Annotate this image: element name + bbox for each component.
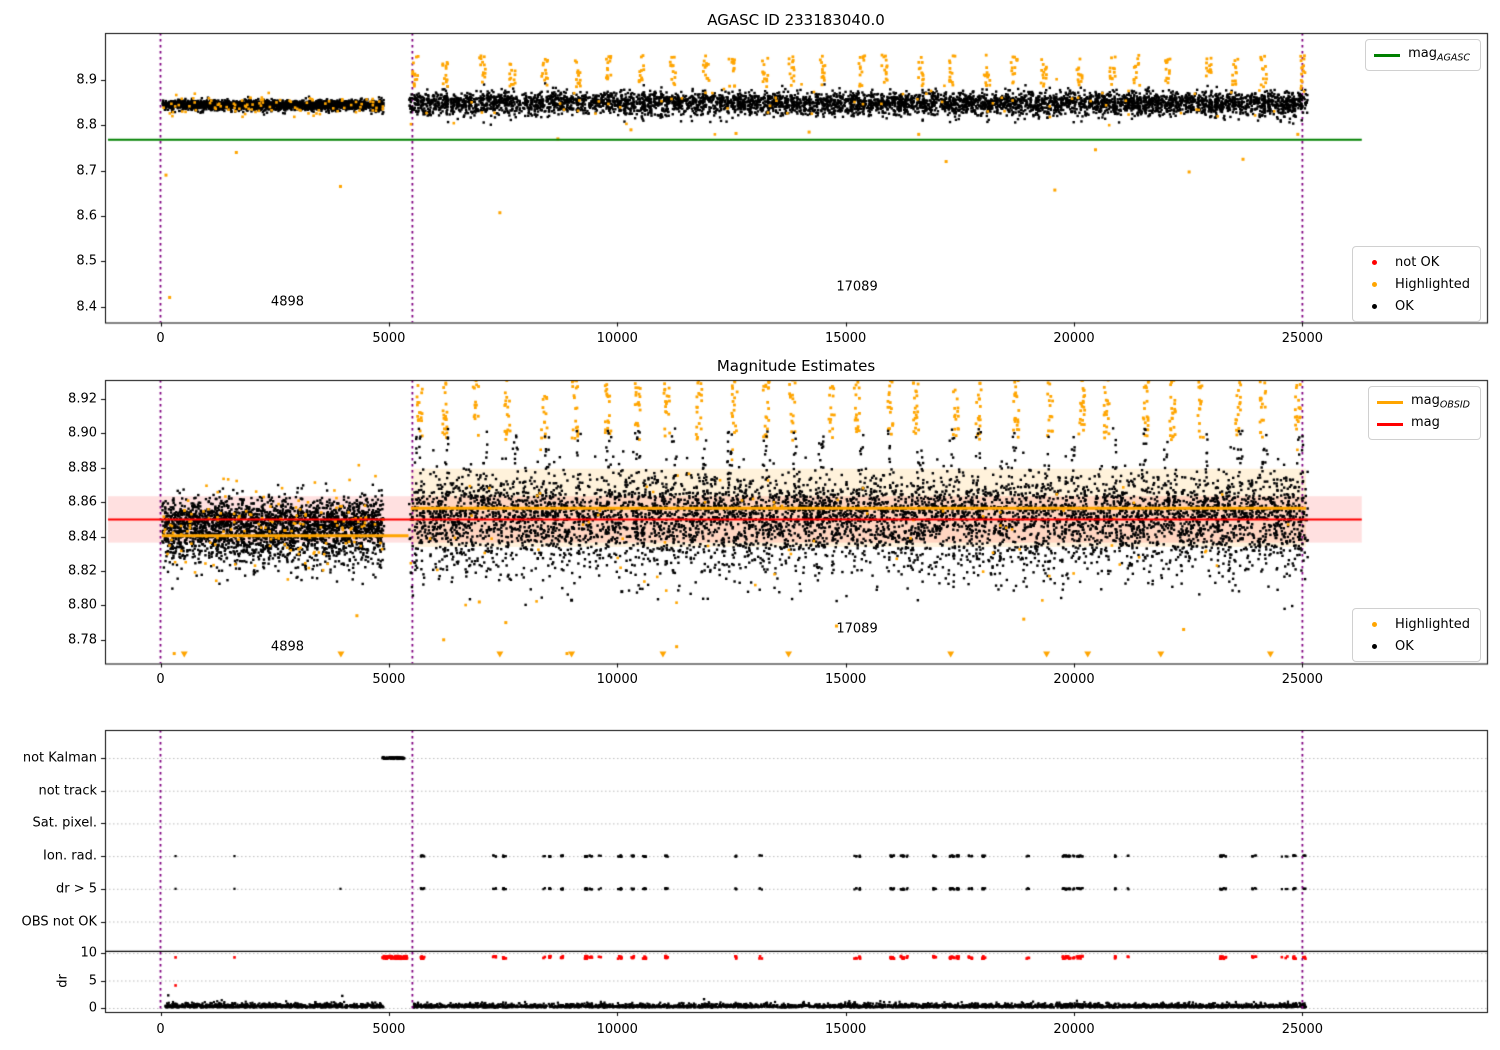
legend-label-ok: OK (1395, 298, 1414, 314)
top-ytick-8.4: 8.4 (76, 299, 97, 314)
top-ytick-8.5: 8.5 (76, 253, 97, 269)
mid-xtick-10000: 10000 (596, 671, 638, 687)
mid-xtick-15000: 15000 (824, 671, 867, 687)
highlighted-dot-swatch (1361, 282, 1387, 287)
not-ok-dot-swatch (1361, 260, 1387, 265)
top-annotation-17089: 17089 (836, 279, 878, 295)
bottom-xtick-0: 0 (156, 1022, 165, 1037)
legend-item-mag: mag (1376, 414, 1470, 434)
plots-canvas (0, 0, 1500, 1050)
agasc-magnitude-figure: AGASC ID 233183040.0 Magnitude Estimates… (0, 0, 1500, 1050)
legend-label-mag: mag (1410, 415, 1440, 431)
mag-obsid-line-swatch (1376, 400, 1403, 404)
dr-axis-label: dr (55, 974, 71, 988)
legend-item-highlighted-mid: Highlighted (1361, 614, 1470, 634)
flag-row-label-1: not track (38, 783, 97, 799)
legend-label-highlighted: Highlighted (1395, 276, 1470, 292)
dr-tick-0: 0 (88, 1000, 97, 1016)
mid-ytick-8.82: 8.82 (68, 563, 97, 579)
top-xtick-20000: 20000 (1053, 330, 1095, 346)
legend-item-not-ok: not OK (1361, 252, 1470, 272)
legend-item-ok: OK (1361, 296, 1470, 316)
top-ytick-8.7: 8.7 (76, 163, 97, 179)
legend-label-mag-agasc: magAGASC (1408, 46, 1470, 64)
mid-annotation-17089: 17089 (836, 621, 878, 637)
legend-item-ok-mid: OK (1361, 636, 1470, 656)
mid-xtick-0: 0 (156, 671, 165, 687)
top-xtick-0: 0 (156, 330, 165, 346)
dr-tick-10: 10 (80, 945, 97, 961)
flag-row-label-4: dr > 5 (55, 881, 97, 897)
mid-annotation-4898: 4898 (270, 639, 305, 655)
bottom-xtick-20000: 20000 (1053, 1022, 1095, 1037)
legend-item-mag-obsid: magOBSID (1376, 392, 1470, 412)
flag-row-label-5: OBS not OK (21, 914, 98, 929)
legend-item-highlighted: Highlighted (1361, 274, 1470, 294)
mag-line-swatch (1376, 422, 1403, 426)
mid-xtick-25000: 25000 (1281, 671, 1324, 687)
legend-label-not-ok: not OK (1395, 254, 1440, 270)
bottom-xtick-25000: 25000 (1281, 1022, 1324, 1037)
mid-ytick-8.84: 8.84 (68, 529, 97, 545)
bottom-xtick-10000: 10000 (596, 1022, 638, 1037)
mid-ytick-8.88: 8.88 (68, 460, 97, 476)
mid-ytick-8.80: 8.80 (68, 597, 97, 613)
mid-ytick-8.78: 8.78 (68, 632, 97, 648)
top-xtick-25000: 25000 (1281, 330, 1324, 346)
legend-label-ok-mid: OK (1395, 638, 1414, 654)
top-xtick-10000: 10000 (596, 330, 638, 346)
mid-ytick-8.86: 8.86 (68, 494, 97, 510)
top-annotation-4898: 4898 (270, 294, 305, 310)
top-xtick-5000: 5000 (372, 330, 406, 346)
plot2-title: Magnitude Estimates (716, 357, 876, 375)
mid-xtick-20000: 20000 (1053, 671, 1095, 687)
plot1-title: AGASC ID 233183040.0 (707, 11, 885, 29)
top-ytick-8.6: 8.6 (76, 208, 97, 224)
mag-agasc-line-swatch (1374, 53, 1401, 57)
bottom-xtick-15000: 15000 (824, 1022, 867, 1037)
ok-dot-swatch (1361, 304, 1387, 309)
legend-label-highlighted-mid: Highlighted (1395, 616, 1470, 632)
legend-label-mag-obsid: magOBSID (1410, 393, 1470, 411)
mid-ytick-8.92: 8.92 (68, 391, 97, 407)
bottom-xtick-5000: 5000 (372, 1022, 406, 1037)
flag-row-label-3: Ion. rad. (43, 848, 97, 864)
top-xtick-15000: 15000 (824, 330, 867, 346)
legend-mid-points: Highlighted OK (1352, 608, 1481, 662)
legend-mag-lines: magOBSID mag (1367, 386, 1481, 440)
mid-xtick-5000: 5000 (372, 671, 406, 687)
legend-item-mag-agasc: magAGASC (1374, 45, 1470, 65)
top-ytick-8.9: 8.9 (76, 72, 97, 88)
flag-row-label-0: not Kalman (22, 750, 97, 766)
ok-dot-swatch (1361, 644, 1387, 649)
legend-mag-agasc: magAGASC (1365, 39, 1481, 71)
dr-tick-5: 5 (88, 973, 97, 988)
mid-ytick-8.90: 8.90 (68, 425, 97, 441)
legend-top-points: not OK Highlighted OK (1352, 246, 1481, 322)
highlighted-dot-swatch (1361, 622, 1387, 627)
flag-row-label-2: Sat. pixel. (32, 815, 97, 831)
top-ytick-8.8: 8.8 (76, 117, 97, 133)
